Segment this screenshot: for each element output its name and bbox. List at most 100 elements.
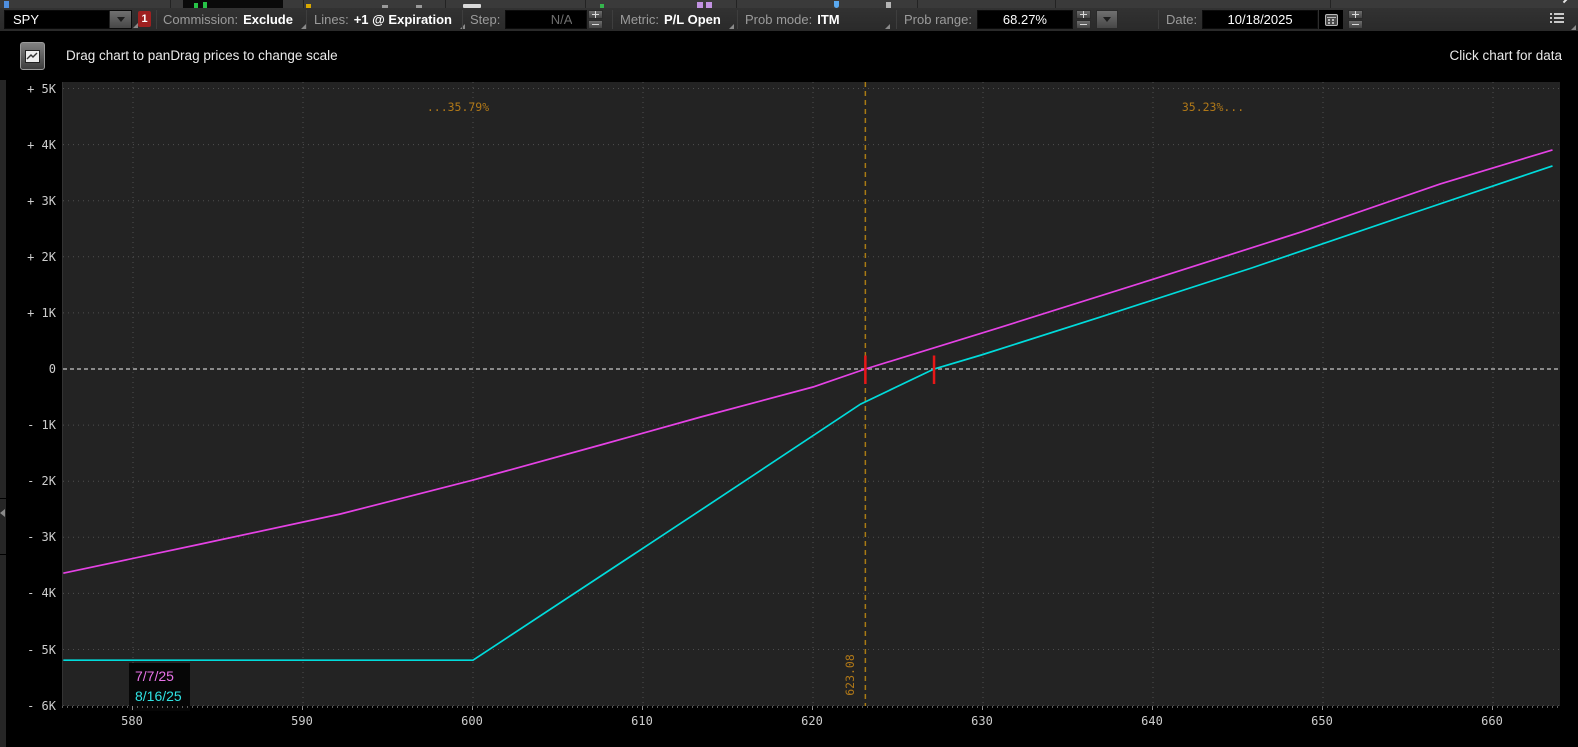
prob-mode-value: ITM bbox=[817, 12, 840, 27]
x-tickmark bbox=[302, 706, 303, 710]
alert-badge[interactable]: 1 bbox=[138, 11, 151, 27]
lines-label: Lines: bbox=[314, 12, 349, 27]
lines-menu[interactable]: Lines: +1 @ Expiration bbox=[314, 8, 465, 31]
prob-mode-menu[interactable]: Prob mode: ITM bbox=[745, 8, 890, 31]
chevron-down-icon bbox=[116, 17, 125, 22]
decrement-button[interactable] bbox=[588, 20, 604, 29]
calendar-button[interactable] bbox=[1319, 10, 1344, 29]
date-label: Date: bbox=[1166, 12, 1198, 27]
calendar-icon bbox=[1324, 13, 1338, 26]
divider bbox=[445, 0, 446, 8]
x-tick-label: 630 bbox=[971, 714, 993, 728]
decrement-button[interactable] bbox=[1348, 20, 1364, 29]
step-input[interactable] bbox=[505, 10, 588, 29]
price-pl-axis[interactable]: + 5K + 4K + 3K + 2K + 1K 0 - 1K - 2K - 3K - 4K - 5… bbox=[0, 80, 58, 747]
dropdown-fold-icon bbox=[885, 24, 890, 29]
clipped-fold-icon bbox=[1562, 0, 1572, 4]
chart-hint-text: Drag chart to panDrag prices to change s… bbox=[66, 48, 338, 63]
step-spinner bbox=[588, 10, 604, 29]
divider bbox=[1158, 10, 1159, 29]
hint-pan: Drag chart to pan bbox=[66, 48, 171, 63]
divider bbox=[1330, 0, 1331, 8]
metric-label: Metric: bbox=[620, 12, 659, 27]
decrement-button[interactable] bbox=[1075, 20, 1091, 29]
risk-profile-plot[interactable]: ...35.79% 35.23%... 623.08 7/7/25 8/16/25 bbox=[62, 82, 1561, 711]
divider bbox=[170, 0, 171, 8]
x-tick-label: 610 bbox=[631, 714, 653, 728]
prob-range-spinner bbox=[1075, 10, 1091, 29]
click-chart-hint: Click chart for data bbox=[1449, 48, 1562, 63]
x-tick-label: 650 bbox=[1311, 714, 1333, 728]
prob-range-input[interactable] bbox=[976, 10, 1073, 29]
clipped-blue-icon bbox=[4, 1, 9, 8]
price-axis[interactable]: 580 590 600 610 620 630 640 650 660 bbox=[0, 706, 1578, 747]
analyze-risk-profile-view: SPY 1 Commission: Exclude Lines: +1 @ Ex… bbox=[0, 0, 1578, 747]
x-tickmark bbox=[982, 706, 983, 710]
legend-item: 7/7/25 bbox=[135, 668, 174, 684]
clipped-chart-box bbox=[183, 0, 283, 8]
date-control: Date: bbox=[1166, 8, 1364, 31]
x-tick-label: 640 bbox=[1141, 714, 1163, 728]
menu-list-icon[interactable] bbox=[1550, 13, 1564, 23]
y-tick-label: 0 bbox=[48, 362, 56, 376]
hint-scale: Drag prices to change scale bbox=[170, 48, 338, 63]
clipped-blue-drop-icon bbox=[834, 1, 839, 8]
pl-curve-8-16-25[interactable] bbox=[63, 165, 1553, 662]
divider bbox=[737, 10, 738, 29]
x-tick-label: 620 bbox=[801, 714, 823, 728]
x-tickmark bbox=[1152, 706, 1153, 710]
y-tick-label: - 2K bbox=[27, 474, 56, 489]
x-tick-label: 600 bbox=[461, 714, 483, 728]
prob-range-upper-label: 35.23%... bbox=[1181, 100, 1245, 114]
date-spinner bbox=[1348, 10, 1364, 29]
chart-style-button[interactable] bbox=[20, 42, 45, 70]
divider bbox=[156, 10, 157, 29]
symbol-combobox[interactable]: SPY bbox=[4, 10, 138, 29]
image-chart-icon bbox=[25, 49, 40, 63]
chart-header: Drag chart to panDrag prices to change s… bbox=[0, 32, 1578, 80]
prob-range-label: Prob range: bbox=[904, 12, 972, 27]
price-marker-label: 623.08 bbox=[843, 654, 857, 696]
step-label: Step: bbox=[470, 12, 501, 27]
divider bbox=[917, 0, 918, 8]
y-tick-label: - 4K bbox=[27, 586, 56, 601]
symbol-dropdown-button[interactable] bbox=[109, 11, 131, 28]
x-tickmark bbox=[132, 706, 133, 710]
commission-label: Commission: bbox=[163, 12, 239, 27]
x-tickmark bbox=[1322, 706, 1323, 710]
x-tickmark bbox=[642, 706, 643, 710]
prob-mode-label: Prob mode: bbox=[745, 12, 813, 27]
divider bbox=[1055, 0, 1056, 8]
y-tick-label: + 4K bbox=[27, 137, 56, 152]
y-tick-label: - 3K bbox=[27, 530, 56, 545]
divider bbox=[585, 0, 586, 8]
divider bbox=[612, 10, 613, 29]
commission-value: Exclude bbox=[243, 12, 293, 27]
metric-value: P/L Open bbox=[664, 12, 721, 27]
y-tick-label: + 1K bbox=[27, 305, 56, 320]
x-tickmark bbox=[472, 706, 473, 710]
date-input[interactable] bbox=[1202, 10, 1319, 29]
dropdown-fold-icon bbox=[728, 24, 734, 29]
x-tick-label: 660 bbox=[1481, 714, 1503, 728]
prob-range-dropdown-button[interactable] bbox=[1095, 10, 1118, 29]
increment-button[interactable] bbox=[1075, 10, 1091, 19]
chart-region: + 5K + 4K + 3K + 2K + 1K 0 - 1K - 2K - 3K - 4K - 5… bbox=[0, 80, 1578, 747]
metric-menu[interactable]: Metric: P/L Open bbox=[620, 8, 734, 31]
pl-curve-7-7-25[interactable] bbox=[63, 149, 1553, 575]
x-tickmark bbox=[1492, 706, 1493, 710]
chevron-down-icon bbox=[1102, 17, 1111, 22]
increment-button[interactable] bbox=[1348, 10, 1364, 19]
increment-button[interactable] bbox=[588, 10, 604, 19]
prob-range-lower-label: ...35.79% bbox=[426, 100, 490, 114]
lines-value: +1 @ Expiration bbox=[353, 12, 452, 27]
risk-profile-canvas bbox=[63, 82, 1561, 707]
legend: 7/7/25 8/16/25 bbox=[129, 663, 190, 711]
commission-menu[interactable]: Commission: Exclude bbox=[163, 8, 306, 31]
x-tick-label: 590 bbox=[291, 714, 313, 728]
prob-range-control: Prob range: bbox=[904, 8, 1118, 31]
step-control: Step: bbox=[470, 8, 604, 31]
symbol-value: SPY bbox=[13, 12, 40, 27]
clipped-toolbar-row bbox=[0, 0, 1578, 8]
legend-item: 8/16/25 bbox=[135, 688, 182, 704]
